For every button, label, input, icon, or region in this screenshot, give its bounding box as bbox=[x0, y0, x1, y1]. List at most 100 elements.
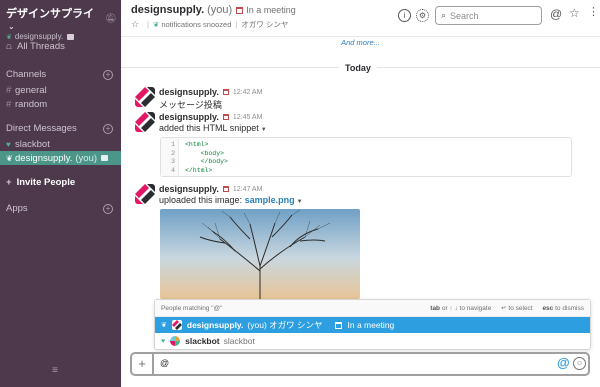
emoji-icon[interactable]: ☺ bbox=[573, 357, 586, 370]
avatar[interactable] bbox=[135, 87, 155, 107]
apps-title[interactable]: Apps bbox=[6, 203, 28, 214]
message-composer: + @ ☺ bbox=[130, 352, 590, 376]
option-name: designsupply. bbox=[186, 320, 244, 330]
mention-icon[interactable]: @ bbox=[557, 355, 570, 370]
hint-key: esc bbox=[542, 305, 554, 312]
you-label: (you) bbox=[75, 152, 98, 164]
mention-option[interactable]: ❦ designsupply. (you) オガワ シンヤ In a meeti… bbox=[155, 317, 590, 333]
timestamp[interactable]: 12:47 AM bbox=[233, 186, 263, 193]
heart-icon: ♥ bbox=[161, 337, 166, 345]
channel-name[interactable]: designsupply. bbox=[131, 4, 204, 16]
sidebar-item-designsupply[interactable]: ❦ designsupply. (you) bbox=[0, 151, 121, 165]
calendar-icon bbox=[236, 6, 244, 14]
popup-hints: tab or ↑ ↓ to navigate ↵ to select esc t… bbox=[422, 304, 584, 312]
slackbot-avatar bbox=[170, 336, 181, 346]
dm-label: slackbot bbox=[15, 138, 50, 150]
line-number: 3 bbox=[171, 158, 175, 165]
apps-section-title[interactable]: Apps + bbox=[0, 200, 121, 217]
threads-icon: ⩍ bbox=[6, 41, 12, 51]
hash-icon: # bbox=[6, 98, 12, 110]
hint-key: tab bbox=[430, 305, 441, 312]
message-input[interactable] bbox=[160, 358, 540, 368]
author-name[interactable]: designsupply. bbox=[159, 112, 219, 122]
heart-icon: ♥ bbox=[6, 139, 11, 149]
channel-label: general bbox=[15, 84, 47, 96]
star-icon[interactable]: ☆ bbox=[569, 6, 580, 20]
message-text-content: uploaded this image: bbox=[159, 195, 243, 205]
search-icon: ⌕ bbox=[441, 10, 447, 20]
attach-button[interactable]: + bbox=[132, 354, 154, 374]
image-link[interactable]: sample.png bbox=[245, 195, 295, 205]
channel-header: designsupply. (you) In a meeting ☆ | ❦ n… bbox=[121, 0, 600, 37]
channel-label: random bbox=[15, 98, 48, 110]
hint-text: to dismiss bbox=[553, 305, 584, 312]
add-app-icon[interactable]: + bbox=[103, 203, 113, 214]
channel-subtitle: ☆ | ❦ notifications snoozed | オガワ シンヤ bbox=[131, 19, 289, 30]
calendar-icon bbox=[222, 186, 229, 192]
star-outline-icon[interactable]: ☆ bbox=[131, 19, 139, 30]
and-more-link[interactable]: And more... bbox=[121, 38, 600, 47]
author-name[interactable]: designsupply. bbox=[159, 87, 219, 97]
popup-header: People matching "@" tab or ↑ ↓ to naviga… bbox=[155, 300, 590, 317]
message-text: added this HTML snippet ▼ bbox=[159, 123, 267, 133]
option-extra: (you) オガワ シンヤ bbox=[247, 320, 323, 330]
mention-autocomplete: People matching "@" tab or ↑ ↓ to naviga… bbox=[154, 299, 591, 350]
code-snippet[interactable]: 1 2 3 4 <html> <body> </body> </html> bbox=[160, 137, 572, 177]
option-status: In a meeting bbox=[347, 320, 395, 330]
presence-icon: ❦ bbox=[6, 33, 12, 41]
invite-people-button[interactable]: + Invite People bbox=[0, 174, 121, 191]
calendar-icon bbox=[334, 321, 342, 329]
gear-icon[interactable]: ⚙ bbox=[416, 9, 429, 22]
search-input[interactable] bbox=[450, 10, 531, 21]
avatar[interactable] bbox=[135, 112, 155, 132]
popup-title: People matching "@" bbox=[161, 304, 223, 312]
sidebar-item-general[interactable]: # general bbox=[0, 83, 121, 97]
status-emoji-icon bbox=[101, 155, 109, 161]
plus-icon: + bbox=[6, 177, 12, 188]
caret-down-icon[interactable]: ▼ bbox=[297, 199, 303, 205]
caret-down-icon[interactable]: ▼ bbox=[261, 127, 267, 133]
channels-section-title[interactable]: Channels + bbox=[0, 66, 121, 83]
sidebar: デザインサプライ ⌄ 🔕︎ ❦ designsupply. ⩍ All Thre… bbox=[0, 0, 121, 387]
sidebar-item-slackbot[interactable]: ♥ slackbot bbox=[0, 137, 121, 151]
bell-icon[interactable]: 🔕︎ bbox=[105, 13, 116, 23]
status-text: In a meeting bbox=[246, 5, 296, 15]
line-number: 1 bbox=[171, 141, 175, 148]
search-box[interactable]: ⌕ bbox=[435, 6, 542, 25]
channels-title[interactable]: Channels bbox=[6, 69, 46, 80]
add-channel-icon[interactable]: + bbox=[103, 69, 113, 80]
hint-text: or ↑ ↓ to navigate bbox=[440, 305, 492, 312]
chevron-down-icon[interactable]: ⌄ bbox=[8, 22, 15, 31]
calendar-icon bbox=[222, 114, 229, 120]
mentions-icon[interactable]: @ bbox=[550, 7, 562, 21]
quick-switcher-icon[interactable]: ≡ bbox=[52, 365, 66, 377]
hint-text: ↵ to select bbox=[501, 305, 533, 312]
notifications-status: notifications snoozed bbox=[161, 20, 232, 29]
info-icon[interactable]: i bbox=[398, 9, 411, 22]
more-icon[interactable]: ⋮ bbox=[588, 7, 599, 18]
presence-icon: ❦ bbox=[6, 153, 13, 163]
option-extra: slackbot bbox=[223, 336, 255, 346]
add-dm-icon[interactable]: + bbox=[103, 123, 113, 134]
sidebar-item-all-threads[interactable]: ⩍ All Threads bbox=[0, 38, 121, 55]
day-label: Today bbox=[339, 63, 377, 73]
line-number: 2 bbox=[171, 149, 175, 157]
uploaded-image[interactable] bbox=[160, 209, 360, 299]
message-text-content: added this HTML snippet bbox=[159, 123, 259, 133]
mention-option[interactable]: ♥ slackbot slackbot bbox=[155, 333, 590, 349]
team-header[interactable]: デザインサプライ ⌄ 🔕︎ ❦ designsupply. bbox=[0, 0, 121, 41]
presence-icon: ❦ bbox=[161, 322, 167, 329]
sidebar-item-random[interactable]: # random bbox=[0, 97, 121, 111]
full-name: オガワ シンヤ bbox=[241, 20, 289, 29]
dm-section-title[interactable]: Direct Messages + bbox=[0, 120, 121, 137]
author-name[interactable]: designsupply. bbox=[159, 184, 219, 194]
current-user-name: designsupply. bbox=[14, 32, 64, 41]
avatar[interactable] bbox=[135, 184, 155, 204]
you-label: (you) bbox=[207, 4, 233, 16]
timestamp[interactable]: 12:45 AM bbox=[233, 114, 263, 121]
snippet-code: <html> <body> </body> </html> bbox=[185, 141, 228, 174]
dm-label: designsupply. bbox=[15, 152, 73, 164]
timestamp[interactable]: 12:42 AM bbox=[233, 89, 263, 96]
dm-title[interactable]: Direct Messages bbox=[6, 123, 77, 134]
team-name[interactable]: デザインサプライ bbox=[6, 8, 94, 20]
